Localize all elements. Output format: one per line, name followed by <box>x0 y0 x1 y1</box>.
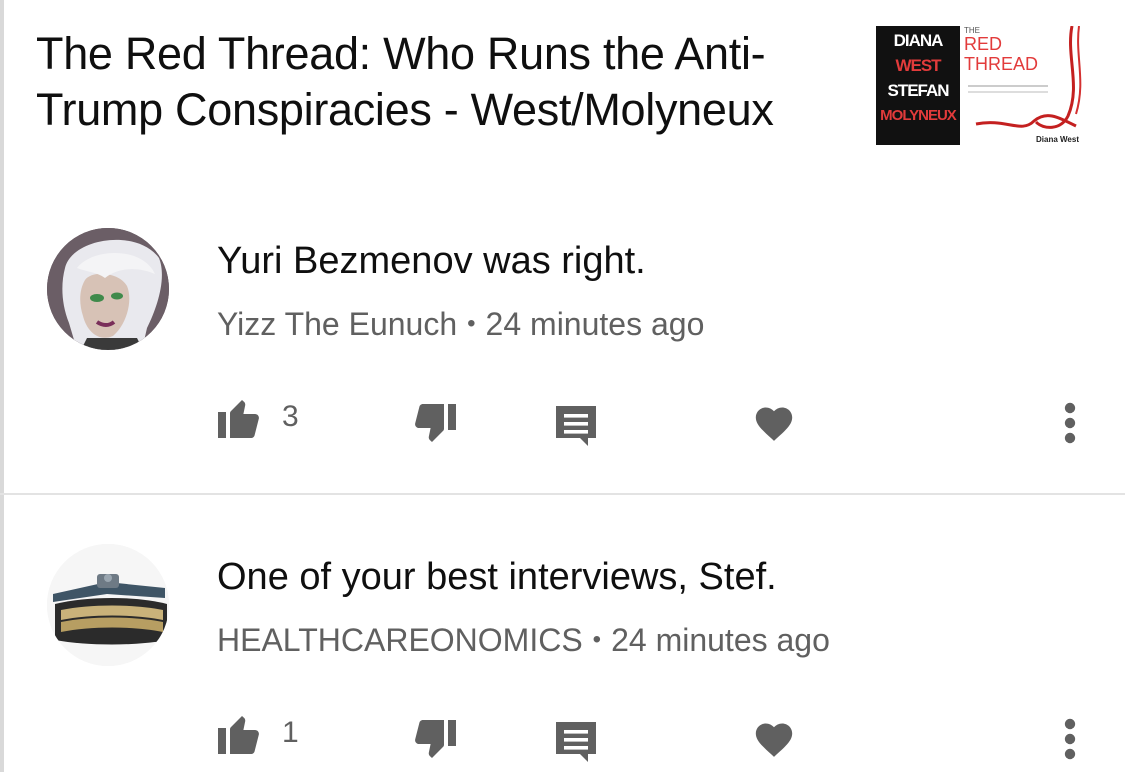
video-header[interactable]: The Red Thread: Who Runs the Anti-Trump … <box>36 26 856 138</box>
comment-actions: 1 <box>0 712 1125 762</box>
comment-author[interactable]: Yizz The Eunuch <box>217 306 457 342</box>
thumb-down-icon <box>415 720 456 758</box>
reply-button[interactable] <box>554 404 598 446</box>
heart-icon <box>755 723 793 757</box>
comment-reply-icon <box>556 406 596 446</box>
comment-actions: 3 <box>0 396 1125 446</box>
comment-time: 24 minutes ago <box>611 622 830 658</box>
thumb-up-icon <box>218 400 259 438</box>
like-count: 3 <box>282 400 299 433</box>
like-button[interactable] <box>216 396 264 440</box>
heart-icon <box>755 407 793 441</box>
comments-screen: The Red Thread: Who Runs the Anti-Trump … <box>0 0 1125 772</box>
left-edge <box>0 0 4 772</box>
dislike-button[interactable] <box>410 718 458 762</box>
comment-meta: HEALTHCAREONOMICS • 24 minutes ago <box>217 622 830 659</box>
comment-author[interactable]: HEALTHCAREONOMICS <box>217 622 583 658</box>
comment-time: 24 minutes ago <box>485 306 705 342</box>
reply-button[interactable] <box>554 720 598 762</box>
meta-separator: • <box>467 310 476 337</box>
meta-separator: • <box>592 626 602 653</box>
more-vertical-icon <box>1064 718 1076 760</box>
heart-button[interactable] <box>752 402 796 442</box>
avatar-image-yizz <box>47 228 169 350</box>
like-button[interactable] <box>216 712 264 756</box>
thumb-down-icon <box>415 404 456 442</box>
like-count: 1 <box>282 716 299 749</box>
avatar-image-healthcareonomics <box>47 544 169 666</box>
thumb-author: Diana West <box>1036 135 1079 144</box>
dislike-button[interactable] <box>410 402 458 446</box>
video-title[interactable]: The Red Thread: Who Runs the Anti-Trump … <box>36 26 856 138</box>
thumb-red-thread-graphic <box>968 26 1082 129</box>
comment-text: Yuri Bezmenov was right. <box>217 240 646 282</box>
video-thumbnail[interactable]: DIANA WEST STEFAN MOLYNEUX THE RED THREA… <box>876 26 1086 145</box>
avatar[interactable] <box>47 544 169 666</box>
avatar[interactable] <box>47 228 169 350</box>
more-options-button[interactable] <box>1060 402 1080 444</box>
more-options-button[interactable] <box>1060 718 1080 760</box>
more-vertical-icon <box>1064 402 1076 444</box>
comment-meta: Yizz The Eunuch • 24 minutes ago <box>217 306 704 343</box>
comment-text: One of your best interviews, Stef. <box>217 556 777 598</box>
comment-reply-icon <box>556 722 596 762</box>
thumb-up-icon <box>218 716 259 754</box>
heart-button[interactable] <box>752 718 796 758</box>
comment-divider <box>0 493 1125 495</box>
